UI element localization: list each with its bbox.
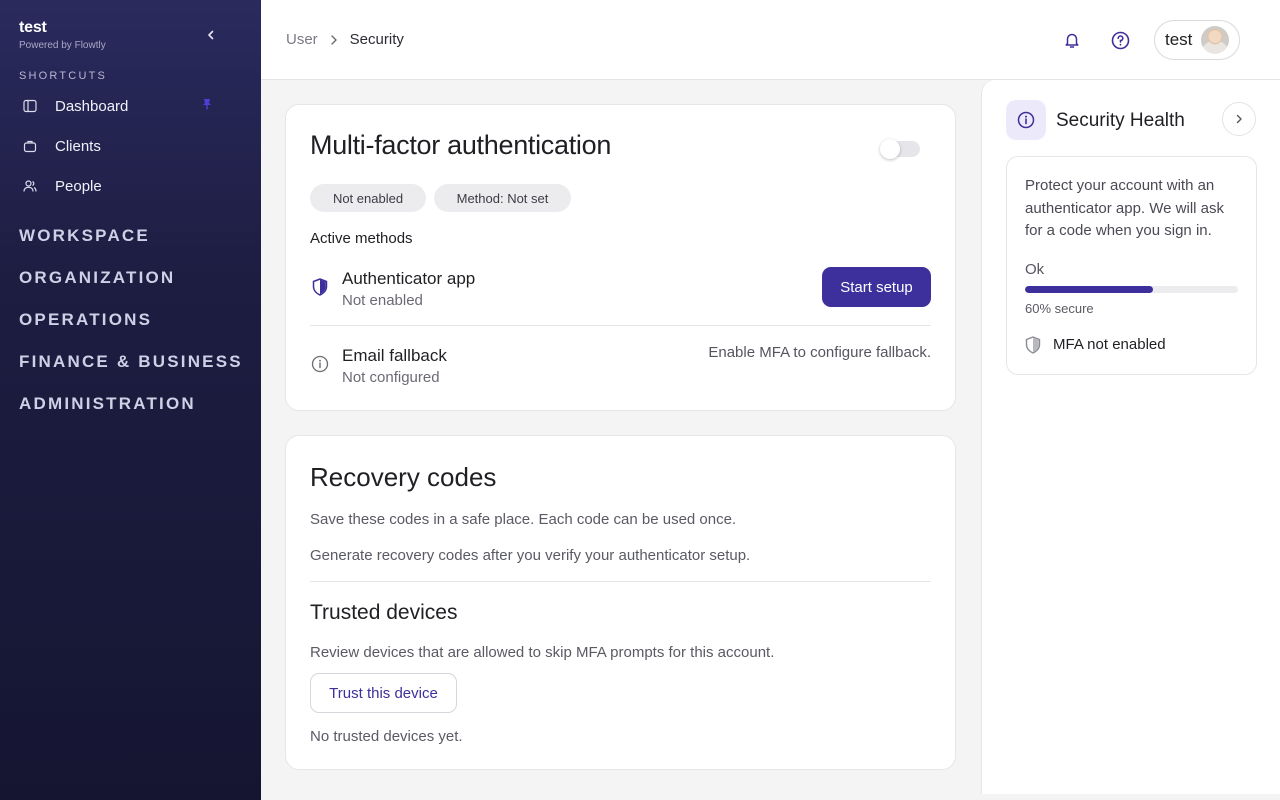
email-fallback-status: Not configured [342,369,440,386]
help-button[interactable] [1109,29,1131,51]
bell-icon [1065,33,1079,48]
notifications-button[interactable] [1061,29,1083,51]
recovery-hint: Generate recovery codes after you verify… [310,547,751,564]
help-circle-icon [1111,31,1129,49]
mfa-method-badge: Method: Not set [434,184,571,212]
collapse-sidebar-button[interactable] [202,26,220,44]
sidebar-item-label: People [55,177,102,195]
security-progress-fill [1025,286,1153,293]
security-health-desc: Protect your account with an authenticat… [1025,177,1224,239]
security-health-card: Protect your account with an authenticat… [1006,156,1257,375]
sidebar-group-finance-business[interactable]: FINANCE & BUSINESS [19,352,243,372]
user-name: test [1165,30,1193,49]
users-icon [19,179,43,193]
sidebar-group-organization[interactable]: ORGANIZATION [19,268,175,288]
sidebar-group-workspace[interactable]: WORKSPACE [19,226,150,246]
fallback-note: Enable MFA to configure fallback. [708,344,931,361]
sidebar-group-administration[interactable]: ADMINISTRATION [19,394,196,414]
user-menu-button[interactable]: test [1154,20,1240,60]
mfa-toggle[interactable] [880,139,920,159]
pin-icon[interactable] [200,97,214,111]
email-fallback-title: Email fallback [342,346,447,365]
trusted-devices-empty: No trusted devices yet. [310,728,463,745]
security-health-panel: Security Health Protect your account wit… [981,80,1280,794]
mfa-card: Multi-factor authentication Not enabled … [285,104,956,411]
authenticator-title: Authenticator app [342,269,476,288]
chevron-right-icon [330,34,338,45]
breadcrumb: User Security [286,31,404,48]
mfa-status-text: MFA not enabled [1053,336,1166,353]
sidebar-group-operations[interactable]: OPERATIONS [19,310,152,330]
breadcrumb-current: Security [349,31,404,48]
security-percent: 60% secure [1025,301,1094,316]
mfa-status-badge: Not enabled [310,184,426,212]
sidebar-item-clients[interactable]: Clients [19,132,219,160]
sidebar-item-people[interactable]: People [19,172,219,200]
info-icon [310,354,330,374]
recovery-card: Recovery codes Save these codes in a saf… [285,435,956,770]
active-methods-heading: Active methods [310,230,413,247]
trusted-devices-title: Trusted devices [310,601,458,624]
chevron-right-icon [1236,114,1242,124]
divider [310,325,931,326]
topbar: User Security test [261,0,1280,80]
brand-subtitle: Powered by Flowtly [19,40,106,51]
security-status: Ok [1025,261,1045,278]
trusted-devices-desc: Review devices that are allowed to skip … [310,644,775,661]
trust-device-button[interactable]: Trust this device [310,673,457,713]
info-icon [1006,100,1046,140]
sidebar: test Powered by Flowtly SHORTCUTS Dashbo… [0,0,261,800]
panel-icon [19,99,43,113]
sidebar-item-dashboard[interactable]: Dashboard [19,92,219,120]
brand-name: test [19,19,47,36]
expand-panel-button[interactable] [1222,102,1256,136]
chevron-left-icon [208,30,214,40]
shield-icon [1025,336,1041,354]
breadcrumb-user[interactable]: User [286,31,318,48]
start-setup-button[interactable]: Start setup [822,267,931,307]
sidebar-item-label: Dashboard [55,97,129,115]
shield-icon [310,277,330,297]
avatar [1201,26,1229,54]
mfa-title: Multi-factor authentication [310,130,612,160]
toggle-knob [880,139,900,159]
briefcase-icon [19,139,43,153]
divider [310,581,931,582]
shortcuts-label: SHORTCUTS [19,70,108,82]
authenticator-status: Not enabled [342,292,423,309]
recovery-desc: Save these codes in a safe place. Each c… [310,511,737,528]
security-health-title: Security Health [1056,110,1185,131]
security-progress-bar [1025,286,1238,293]
recovery-title: Recovery codes [310,462,497,492]
sidebar-item-label: Clients [55,137,101,155]
